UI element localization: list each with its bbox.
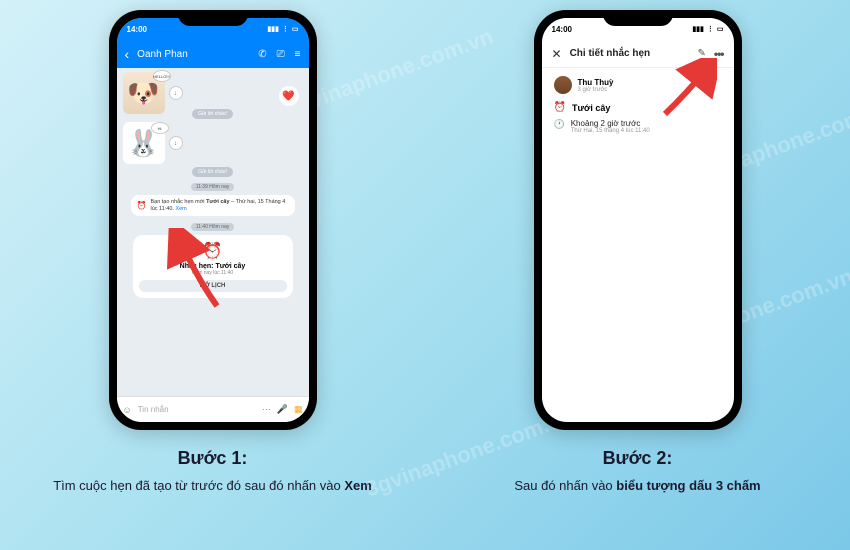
back-icon[interactable]: ‹	[125, 46, 130, 62]
message-input[interactable]: Tin nhắn	[138, 405, 256, 414]
wifi-icon: ⋮	[707, 25, 714, 33]
clock-icon: ⏰	[137, 201, 147, 210]
time-absolute: Thứ Hai, 15 tháng 4 lúc 11:40	[571, 128, 650, 134]
detail-body: Thu Thuỳ 3 giờ trước ⏰ Tưới cây 🕐 Khoảng…	[542, 68, 734, 142]
step-1-label: Bước 1: Tìm cuộc hẹn đã tạo từ trước đó …	[53, 448, 372, 495]
download-icon[interactable]: ↓	[169, 86, 183, 100]
time-relative: Khoảng 2 giờ trước	[571, 119, 650, 128]
status-time: 14:00	[552, 25, 572, 34]
contact-name[interactable]: Oanh Phan	[137, 49, 250, 60]
creator-row[interactable]: Thu Thuỳ 3 giờ trước	[554, 76, 722, 94]
steps-container: 14:00 ▮▮▮ ⋮ ▭ ‹ Oanh Phan ✆ ⎚ ≡	[0, 0, 850, 495]
status-icons: ▮▮▮ ⋮ ▭	[692, 25, 723, 33]
creator-name: Thu Thuỳ	[578, 78, 614, 87]
status-icons: ▮▮▮ ⋮ ▭	[267, 25, 298, 33]
step-title: Bước 1:	[53, 448, 372, 469]
phone-frame-2: 14:00 ▮▮▮ ⋮ ▭ ✕ Chi tiết nhắc hẹn ✎ •••	[534, 10, 742, 430]
sticker-message-2: 🐰 Hi ↓	[123, 122, 303, 164]
step-2-label: Bước 2: Sau đó nhấn vào biểu tượng dấu 3…	[514, 448, 760, 495]
sticker-bubble: Hi	[151, 122, 169, 134]
reminder-title: Nhắc hẹn: Tưới cây	[139, 263, 287, 270]
image-icon[interactable]: ▦	[294, 404, 303, 415]
phone-notch	[178, 10, 248, 26]
page-title: Chi tiết nhắc hẹn	[570, 48, 690, 59]
phone-notch	[603, 10, 673, 26]
detail-screen: 14:00 ▮▮▮ ⋮ ▭ ✕ Chi tiết nhắc hẹn ✎ •••	[542, 18, 734, 422]
battery-icon: ▭	[292, 25, 299, 33]
call-icon[interactable]: ✆	[258, 49, 266, 60]
step-title: Bước 2:	[514, 448, 760, 469]
status-time: 14:00	[127, 25, 147, 34]
step-2: 14:00 ▮▮▮ ⋮ ▭ ✕ Chi tiết nhắc hẹn ✎ •••	[478, 10, 798, 495]
emoji-icon[interactable]: ☺	[123, 405, 132, 415]
reminder-notification[interactable]: ⏰ Bạn tạo nhắc hẹn mới Tưới cây – Thứ ha…	[131, 195, 295, 216]
event-row: ⏰ Tưới cây	[554, 102, 722, 113]
alarm-icon: ⏰	[554, 102, 566, 113]
battery-icon: ▭	[717, 25, 724, 33]
close-icon[interactable]: ✕	[552, 47, 562, 61]
mic-icon[interactable]: 🎤	[277, 404, 288, 415]
signal-icon: ▮▮▮	[267, 25, 279, 33]
chat-screen: 14:00 ▮▮▮ ⋮ ▭ ‹ Oanh Phan ✆ ⎚ ≡	[117, 18, 309, 422]
notification-text: Bạn tạo nhắc hẹn mới Tưới cây – Thứ hai,…	[150, 199, 288, 212]
edit-icon[interactable]: ✎	[698, 48, 706, 59]
open-calendar-button[interactable]: MỞ LỊCH	[139, 280, 287, 292]
more-dots-icon[interactable]: •••	[714, 47, 724, 61]
reminder-subtitle: Hôm nay lúc 11:40	[139, 270, 287, 276]
resend-pill[interactable]: Gửi lời chào!	[192, 167, 233, 177]
wifi-icon: ⋮	[282, 25, 289, 33]
chat-header: ‹ Oanh Phan ✆ ⎚ ≡	[117, 40, 309, 68]
menu-icon[interactable]: ≡	[295, 49, 301, 60]
time-row: 🕐 Khoảng 2 giờ trước Thứ Hai, 15 tháng 4…	[554, 119, 722, 134]
reminder-card[interactable]: ⏰ Nhắc hẹn: Tưới cây Hôm nay lúc 11:40 M…	[133, 235, 293, 298]
step-description: Tìm cuộc hẹn đã tạo từ trước đó sau đó n…	[53, 477, 372, 495]
step-description: Sau đó nhấn vào biểu tượng dấu 3 chấm	[514, 477, 760, 495]
time-divider: 11:40 Hôm nay	[191, 223, 235, 231]
sticker-bubble: HELLO!!!	[153, 70, 171, 82]
clock-icon: 🕐	[554, 119, 565, 130]
chat-input-bar: ☺ Tin nhắn ⋯ 🎤 ▦	[117, 396, 309, 422]
time-divider: 11:39 Hôm nay	[191, 183, 235, 191]
sticker-message-1: 🐶 HELLO!!! ↓	[123, 72, 303, 114]
download-icon[interactable]: ↓	[169, 136, 183, 150]
alarm-icon: ⏰	[139, 241, 287, 261]
chat-body[interactable]: 🐶 HELLO!!! ↓ ❤️ Gửi lời chào! 🐰 Hi ↓	[117, 68, 309, 396]
detail-header: ✕ Chi tiết nhắc hẹn ✎ •••	[542, 40, 734, 68]
step-1: 14:00 ▮▮▮ ⋮ ▭ ‹ Oanh Phan ✆ ⎚ ≡	[53, 10, 373, 495]
avatar	[554, 76, 572, 94]
signal-icon: ▮▮▮	[692, 25, 704, 33]
video-icon[interactable]: ⎚	[277, 49, 285, 60]
phone-frame-1: 14:00 ▮▮▮ ⋮ ▭ ‹ Oanh Phan ✆ ⎚ ≡	[109, 10, 317, 430]
more-icon[interactable]: ⋯	[262, 404, 271, 415]
creator-subtitle: 3 giờ trước	[578, 87, 614, 93]
heart-reaction[interactable]: ❤️	[279, 86, 299, 106]
resend-pill[interactable]: Gửi lời chào!	[192, 109, 233, 119]
header-actions: ✆ ⎚ ≡	[258, 49, 300, 60]
xem-link[interactable]: Xem	[175, 206, 186, 212]
event-name: Tưới cây	[572, 103, 610, 113]
